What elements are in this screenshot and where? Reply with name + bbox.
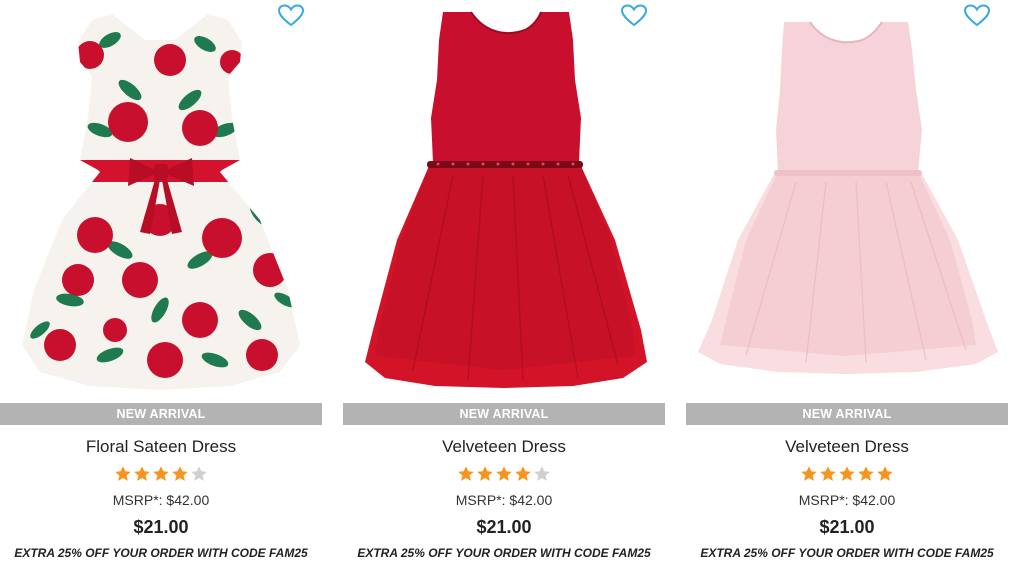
product-image-pink-velveteen-dress[interactable] <box>686 0 1008 400</box>
promo-text: EXTRA 25% OFF YOUR ORDER WITH CODE FAM25 <box>14 546 308 560</box>
new-arrival-badge: NEW ARRIVAL <box>686 403 1008 425</box>
star-icon <box>458 466 474 481</box>
product-name[interactable]: Velveteen Dress <box>343 437 665 457</box>
msrp-price: MSRP*: $42.00 <box>112 492 210 508</box>
star-icon <box>877 466 893 481</box>
promo-text: EXTRA 25% OFF YOUR ORDER WITH CODE FAM25 <box>357 546 651 560</box>
heart-outline-icon[interactable] <box>964 4 990 28</box>
star-icon <box>115 466 131 481</box>
new-arrival-badge: NEW ARRIVAL <box>0 403 322 425</box>
star-icon <box>820 466 836 481</box>
msrp-price: MSRP*: $42.00 <box>455 492 553 508</box>
sale-price: $21.00 <box>133 517 189 537</box>
star-icon <box>515 466 531 481</box>
star-icon <box>801 466 817 481</box>
product-name[interactable]: Floral Sateen Dress <box>0 437 322 457</box>
product-grid: NEW ARRIVAL Floral Sateen Dress MSRP*: $… <box>0 0 1024 579</box>
sale-price: $21.00 <box>476 517 532 537</box>
sale-price: $21.00 <box>819 517 875 537</box>
product-image-red-velveteen-dress[interactable] <box>343 0 665 400</box>
star-empty-icon <box>191 466 207 481</box>
product-card[interactable]: NEW ARRIVAL Floral Sateen Dress MSRP*: $… <box>0 0 322 579</box>
star-icon <box>153 466 169 481</box>
star-icon <box>839 466 855 481</box>
heart-outline-icon[interactable] <box>278 4 304 28</box>
product-card[interactable]: NEW ARRIVAL Velveteen Dress MSRP*: $42.0… <box>686 0 1008 579</box>
star-icon <box>496 466 512 481</box>
rating-stars <box>0 465 322 483</box>
heart-outline-icon[interactable] <box>621 4 647 28</box>
msrp-price: MSRP*: $42.00 <box>798 492 896 508</box>
rating-stars <box>686 465 1008 483</box>
star-icon <box>858 466 874 481</box>
rating-stars <box>343 465 665 483</box>
product-image-floral-dress[interactable] <box>0 0 322 400</box>
product-name[interactable]: Velveteen Dress <box>686 437 1008 457</box>
promo-text: EXTRA 25% OFF YOUR ORDER WITH CODE FAM25 <box>700 546 994 560</box>
star-icon <box>172 466 188 481</box>
star-empty-icon <box>534 466 550 481</box>
product-card[interactable]: NEW ARRIVAL Velveteen Dress MSRP*: $42.0… <box>343 0 665 579</box>
star-icon <box>477 466 493 481</box>
new-arrival-badge: NEW ARRIVAL <box>343 403 665 425</box>
star-icon <box>134 466 150 481</box>
